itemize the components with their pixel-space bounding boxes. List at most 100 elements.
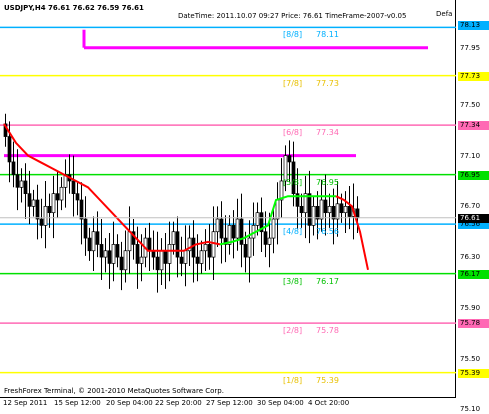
candle-body <box>315 205 320 220</box>
indicator-info-text: DateTime: 2011.10.07 09:27 Price: 76.61 … <box>178 12 407 20</box>
time-label: 27 Sep 12:00 <box>206 399 253 407</box>
candle-body <box>123 250 128 271</box>
candle-body <box>103 250 108 258</box>
price-tick-label: 75.50 <box>460 354 481 363</box>
candle-body <box>323 199 328 214</box>
current-price-marker: 76.61 <box>458 213 489 223</box>
price-level-marker: 75.78 <box>458 319 489 329</box>
candle-body <box>355 208 360 219</box>
murrey-level-7-8-value: 77.73 <box>316 78 339 88</box>
candle-body <box>23 180 28 195</box>
time-label: 4 Oct 20:00 <box>308 399 350 407</box>
murrey-level-2-8-value: 75.78 <box>316 326 339 336</box>
murrey-level-4-8-value: 76.56 <box>316 227 339 237</box>
default-label: Defa <box>436 10 453 18</box>
candle-body <box>147 237 152 252</box>
candle-body <box>347 205 352 217</box>
time-label: 20 Sep 04:00 <box>106 399 153 407</box>
candle-body <box>239 218 244 245</box>
candle-body <box>87 237 92 252</box>
candle-body <box>79 199 84 220</box>
candle-body <box>19 180 24 188</box>
candle-body <box>55 193 60 201</box>
murrey-level-7-8-fraction: [7/8] <box>283 78 303 88</box>
candle-body <box>267 237 272 245</box>
price-level-marker: 77.73 <box>458 71 489 81</box>
price-level-marker: 78.13 <box>458 20 489 30</box>
candle-body <box>99 244 104 258</box>
candle-body <box>191 237 196 258</box>
candle-body <box>235 218 240 239</box>
candle-body <box>311 205 316 226</box>
candle-body <box>271 218 276 239</box>
price-level-marker: 75.39 <box>458 368 489 378</box>
candle-body <box>195 256 200 264</box>
murrey-level-3-8-value: 76.17 <box>316 276 339 286</box>
symbol-header: USDJPY,H4 76.61 76.62 76.59 76.61 <box>4 4 144 12</box>
price-level-marker: 76.95 <box>458 170 489 180</box>
candle-body <box>199 250 204 264</box>
candle-body <box>15 174 20 188</box>
candle-body <box>31 199 36 207</box>
candle-body <box>135 244 140 264</box>
murrey-level-6-8-fraction: [6/8] <box>283 128 303 138</box>
price-tick-label: 77.50 <box>460 100 481 109</box>
time-label: 22 Sep 20:00 <box>155 399 202 407</box>
candle-body <box>43 205 48 226</box>
price-tick-label: 76.70 <box>460 202 481 211</box>
price-level-marker: 76.17 <box>458 269 489 279</box>
moving-average-line <box>3 123 221 252</box>
murrey-level-5-8-value: 76.95 <box>316 177 339 187</box>
price-tick-label: 76.30 <box>460 253 481 262</box>
candle-body <box>39 218 44 226</box>
murrey-level-8-8-fraction: [8/8] <box>283 30 303 40</box>
candle-body <box>51 193 56 214</box>
candle-body <box>219 218 224 239</box>
candle-body <box>343 205 348 214</box>
candle-body <box>95 231 100 245</box>
murrey-level-8-8-value: 78.11 <box>316 30 339 40</box>
murrey-level-4-8-fraction: [4/8] <box>283 227 303 237</box>
candle-body <box>243 244 248 258</box>
murrey-level-2-8-fraction: [2/8] <box>283 326 303 336</box>
candle-body <box>231 225 236 239</box>
candle-body <box>327 205 332 214</box>
murrey-level-3-8-fraction: [3/8] <box>283 276 303 286</box>
murrey-level-1-8-value: 75.39 <box>316 375 339 385</box>
candle-body <box>115 244 120 258</box>
price-tick-label: 75.90 <box>460 303 481 312</box>
candle-body <box>287 155 292 163</box>
time-label: 15 Sep 12:00 <box>54 399 101 407</box>
candle-body <box>203 244 208 252</box>
copyright-text: FreshForex Terminal, © 2001-2010 MetaQuo… <box>4 387 224 395</box>
time-label: 30 Sep 04:00 <box>257 399 304 407</box>
price-level-marker: 77.34 <box>458 121 489 131</box>
candle-body <box>111 244 116 264</box>
candle-body <box>335 203 340 220</box>
candle-body <box>179 256 184 264</box>
candle-body <box>11 161 16 175</box>
candle-body <box>331 205 336 220</box>
price-tick-label: 77.10 <box>460 151 481 160</box>
candle-body <box>47 205 52 214</box>
candle-body <box>59 186 64 201</box>
price-chart[interactable] <box>0 0 456 398</box>
candle-body <box>171 231 176 245</box>
candle-body <box>255 212 260 226</box>
candle-body <box>75 193 80 201</box>
candle-body <box>83 218 88 239</box>
candle-body <box>167 244 172 264</box>
candle-body <box>127 231 132 252</box>
candle-body <box>27 193 32 207</box>
candle-body <box>91 231 96 252</box>
candle-body <box>319 199 324 220</box>
price-tick-label: 75.10 <box>460 405 481 414</box>
candle-body <box>35 199 40 220</box>
candle-body <box>7 136 12 163</box>
candle-body <box>159 250 164 271</box>
murrey-level-1-8-fraction: [1/8] <box>283 375 303 385</box>
time-label: 12 Sep 2011 <box>3 399 48 407</box>
candle-body <box>211 231 216 258</box>
chart-window[interactable]: USDJPY,H4 76.61 76.62 76.59 76.61 DateTi… <box>0 0 489 414</box>
plot-area[interactable]: USDJPY,H4 76.61 76.62 76.59 76.61 DateTi… <box>0 0 456 398</box>
